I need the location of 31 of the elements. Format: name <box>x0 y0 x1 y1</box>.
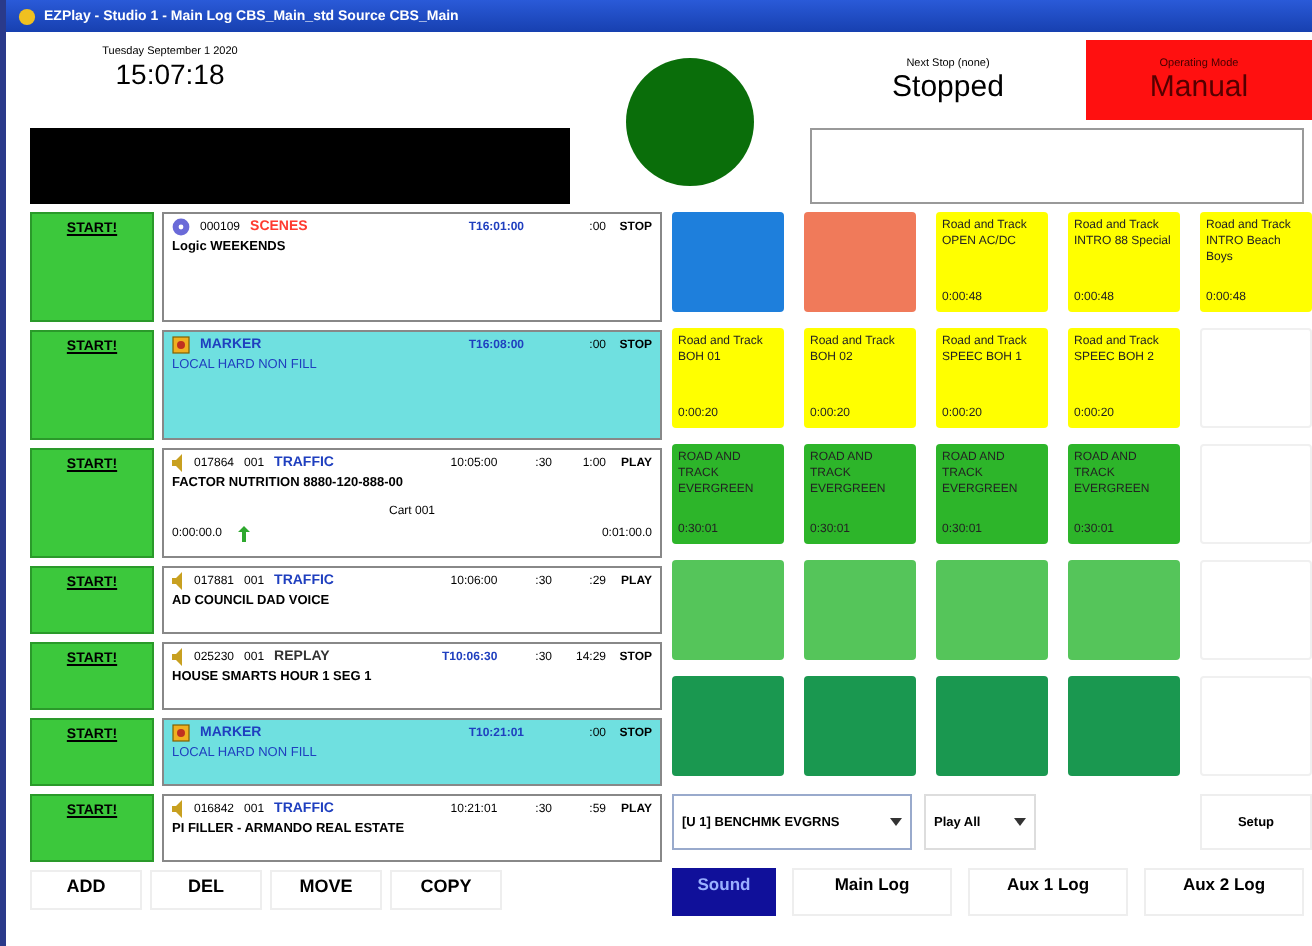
disc-icon <box>172 218 190 236</box>
log-action-button[interactable]: DEL <box>150 870 262 910</box>
cart-pad[interactable] <box>672 212 784 312</box>
log-action-button[interactable]: MOVE <box>270 870 382 910</box>
caret-icon <box>890 818 902 826</box>
clock-time: 15:07:18 <box>115 58 225 90</box>
speaker-icon <box>172 648 184 666</box>
cart-pad[interactable] <box>936 560 1048 660</box>
app-icon <box>18 7 36 25</box>
tab[interactable]: Main Log <box>792 868 952 916</box>
tab[interactable]: Aux 1 Log <box>968 868 1128 916</box>
marker-icon <box>172 724 190 742</box>
next-stop-value: Stopped <box>892 69 1004 103</box>
cart-pad[interactable] <box>936 676 1048 776</box>
cart-pad[interactable] <box>672 560 784 660</box>
cart-pad[interactable] <box>804 560 916 660</box>
tab[interactable]: Sound <box>672 868 776 916</box>
marker-icon <box>172 336 190 354</box>
log-action-button[interactable]: ADD <box>30 870 142 910</box>
cart-pad[interactable] <box>1068 676 1180 776</box>
cart-pad[interactable] <box>672 676 784 776</box>
speaker-icon <box>172 572 184 590</box>
cart-pad[interactable] <box>804 212 916 312</box>
speaker-icon <box>172 800 184 818</box>
cart-pad[interactable] <box>1068 560 1180 660</box>
caret-icon <box>1014 818 1026 826</box>
arrow-up-icon <box>238 526 251 542</box>
tab[interactable]: Aux 2 Log <box>1144 868 1304 916</box>
cart-pad[interactable] <box>804 676 916 776</box>
speaker-icon <box>172 454 184 472</box>
log-action-button[interactable]: COPY <box>390 870 502 910</box>
